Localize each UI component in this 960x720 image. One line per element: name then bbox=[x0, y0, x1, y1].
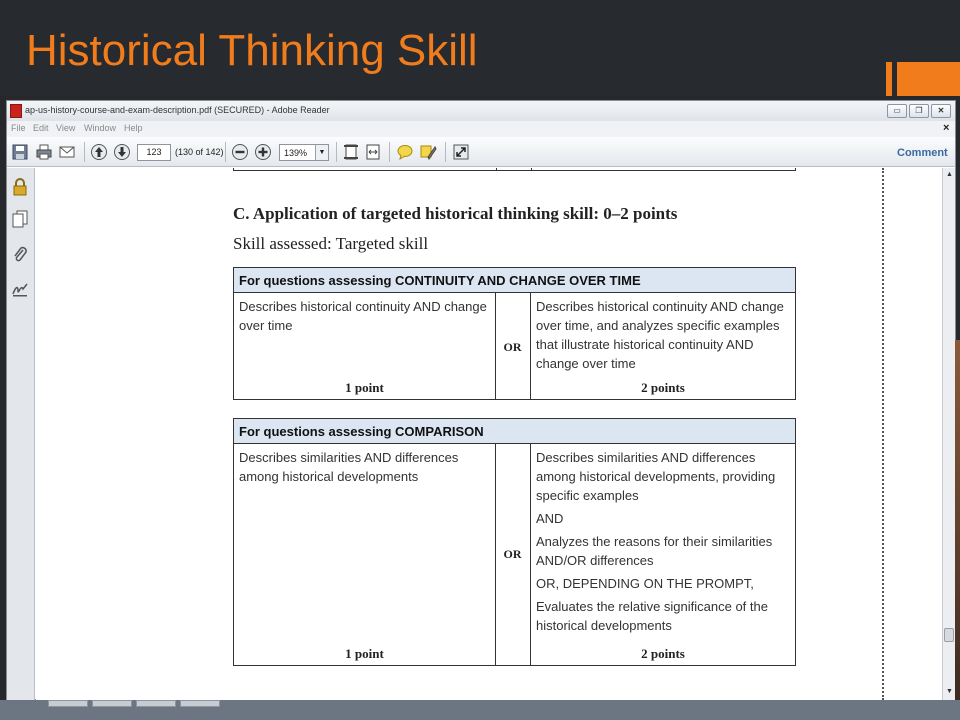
page-number-input[interactable]: 123 bbox=[137, 144, 171, 161]
window-titlebar: ap-us-history-course-and-exam-descriptio… bbox=[7, 101, 955, 121]
table-header-prefix: For questions assessing bbox=[239, 424, 396, 439]
toolbar-separator bbox=[84, 142, 85, 162]
table-cell-or: OR bbox=[496, 444, 531, 665]
cell-text: Describes similarities AND differences a… bbox=[536, 450, 776, 503]
table-header-topic: COMPARISON bbox=[395, 424, 484, 439]
menu-edit[interactable]: Edit bbox=[33, 123, 49, 133]
points-label: 1 point bbox=[345, 646, 384, 661]
slide-title: Historical Thinking Skill bbox=[26, 26, 478, 75]
pdf-icon bbox=[10, 104, 22, 118]
section-subheading: Skill assessed: Targeted skill bbox=[233, 234, 429, 253]
highlight-icon[interactable] bbox=[419, 143, 437, 161]
zoom-select[interactable]: 139% ▼ bbox=[279, 144, 329, 161]
scroll-thumb[interactable] bbox=[944, 628, 954, 642]
restore-icon[interactable]: ❐ bbox=[909, 104, 929, 118]
cell-text: Describes historical continuity AND chan… bbox=[239, 299, 487, 333]
taskbar-button[interactable] bbox=[48, 700, 88, 707]
points-label: 1 point bbox=[345, 380, 384, 395]
save-icon[interactable] bbox=[11, 143, 29, 161]
cell-text: OR, DEPENDING ON THE PROMPT, bbox=[536, 576, 754, 591]
or-label: OR bbox=[503, 340, 522, 354]
fit-page-icon[interactable] bbox=[342, 143, 360, 161]
vertical-scrollbar[interactable]: ▲ ▼ bbox=[942, 168, 955, 700]
cell-text-group: Describes similarities AND differences a… bbox=[536, 448, 789, 635]
document-view[interactable]: C. Application of targeted historical th… bbox=[36, 168, 942, 700]
zoom-in-icon[interactable] bbox=[254, 143, 272, 161]
page-up-icon[interactable] bbox=[90, 143, 108, 161]
adobe-reader-window: ap-us-history-course-and-exam-descriptio… bbox=[6, 100, 956, 700]
cell-text: Describes similarities AND differences a… bbox=[239, 450, 459, 484]
points-label: 2 points bbox=[641, 646, 685, 661]
rubric-table-continuity: For questions assessing CONTINUITY AND C… bbox=[233, 267, 796, 400]
table-cell-one-point: Describes historical continuity AND chan… bbox=[234, 293, 496, 399]
slide-header: Historical Thinking Skill bbox=[0, 0, 960, 96]
zoom-out-icon[interactable] bbox=[231, 143, 249, 161]
chevron-down-icon[interactable]: ▼ bbox=[315, 145, 328, 160]
menu-window[interactable]: Window bbox=[84, 123, 116, 133]
menu-help[interactable]: Help bbox=[124, 123, 143, 133]
comment-button[interactable]: Comment bbox=[897, 147, 948, 159]
attachment-icon[interactable] bbox=[12, 246, 28, 264]
page-boundary bbox=[882, 168, 884, 700]
close-document-icon[interactable]: × bbox=[943, 122, 949, 134]
points-label: 2 points bbox=[641, 380, 685, 395]
toolbar-separator bbox=[336, 142, 337, 162]
toolbar-separator bbox=[389, 142, 390, 162]
cell-text: Describes historical continuity AND chan… bbox=[536, 299, 784, 371]
scroll-up-icon[interactable]: ▲ bbox=[945, 170, 954, 179]
zoom-value: 139% bbox=[284, 148, 308, 158]
close-icon[interactable]: ✕ bbox=[931, 104, 951, 118]
taskbar-button[interactable] bbox=[92, 700, 132, 707]
taskbar bbox=[0, 700, 960, 720]
page-down-icon[interactable] bbox=[113, 143, 131, 161]
menu-view[interactable]: View bbox=[56, 123, 75, 133]
page-count: (130 of 142) bbox=[175, 147, 224, 157]
lock-icon[interactable] bbox=[12, 178, 28, 196]
table-cell-or: OR bbox=[496, 293, 531, 399]
fullscreen-icon[interactable] bbox=[452, 143, 470, 161]
previous-table-edge bbox=[233, 168, 796, 171]
cell-text: Analyzes the reasons for their similarit… bbox=[536, 534, 773, 568]
signature-icon[interactable] bbox=[12, 280, 28, 298]
toolbar-separator bbox=[445, 142, 446, 162]
table-header-topic: CONTINUITY AND CHANGE OVER TIME bbox=[395, 273, 641, 288]
table-cell-one-point: Describes similarities AND differences a… bbox=[234, 444, 496, 665]
comment-icon[interactable] bbox=[396, 143, 414, 161]
navigation-panel bbox=[7, 168, 35, 700]
menu-bar: File Edit View Window Help × bbox=[7, 121, 955, 137]
table-cell-two-points: Describes historical continuity AND chan… bbox=[531, 293, 795, 399]
menu-file[interactable]: File bbox=[11, 123, 26, 133]
table-cell-two-points: Describes similarities AND differences a… bbox=[531, 444, 795, 665]
table-header-prefix: For questions assessing bbox=[239, 273, 396, 288]
background-image-edge bbox=[955, 340, 960, 700]
minimize-icon[interactable]: ▭ bbox=[887, 104, 907, 118]
cell-text: Evaluates the relative significance of t… bbox=[536, 599, 768, 633]
toolbar-separator bbox=[225, 142, 226, 162]
taskbar-button[interactable] bbox=[136, 700, 176, 707]
print-icon[interactable] bbox=[35, 143, 53, 161]
fit-width-icon[interactable] bbox=[364, 143, 382, 161]
window-title: ap-us-history-course-and-exam-descriptio… bbox=[25, 105, 330, 115]
pages-icon[interactable] bbox=[12, 210, 28, 228]
or-label: OR bbox=[503, 547, 522, 561]
toolbar: 123 (130 of 142) 139% ▼ Comment bbox=[7, 137, 955, 167]
accent-block bbox=[897, 62, 960, 96]
taskbar-button[interactable] bbox=[180, 700, 220, 707]
cell-text: AND bbox=[536, 511, 564, 526]
table-header: For questions assessing COMPARISON bbox=[234, 419, 795, 444]
scroll-down-icon[interactable]: ▼ bbox=[945, 687, 954, 696]
email-icon[interactable] bbox=[58, 143, 76, 161]
accent-bar bbox=[886, 62, 892, 96]
rubric-table-comparison: For questions assessing COMPARISON Descr… bbox=[233, 418, 796, 666]
table-header: For questions assessing CONTINUITY AND C… bbox=[234, 268, 795, 293]
section-heading: C. Application of targeted historical th… bbox=[233, 204, 678, 223]
